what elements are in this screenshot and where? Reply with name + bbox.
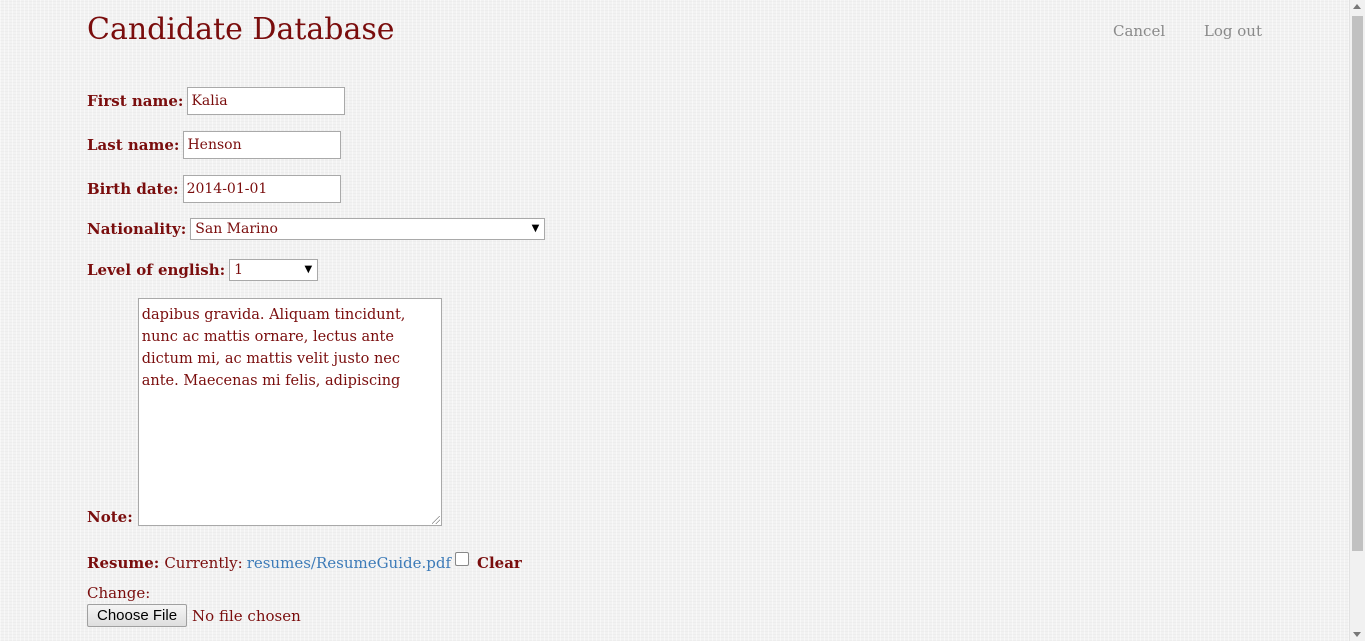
resume-file-link[interactable]: resumes/ResumeGuide.pdf: [247, 554, 451, 572]
last-name-row: Last name:: [87, 131, 342, 159]
dropdown-arrow-icon: ▼: [531, 223, 540, 234]
birth-date-input[interactable]: [182, 175, 341, 203]
cancel-link[interactable]: Cancel: [1113, 22, 1165, 40]
scroll-up-icon[interactable]: [1353, 4, 1361, 9]
birth-date-row: Birth date:: [87, 175, 341, 203]
nationality-label: Nationality:: [87, 220, 187, 238]
first-name-input[interactable]: [187, 87, 346, 115]
first-name-label: First name:: [87, 92, 184, 110]
clear-checkbox[interactable]: [455, 552, 470, 566]
scroll-down-icon[interactable]: [1353, 632, 1361, 637]
clear-label: Clear: [477, 554, 522, 572]
scrollbar-thumb[interactable]: [1352, 16, 1363, 551]
logout-link[interactable]: Log out: [1204, 22, 1262, 40]
resume-label: Resume:: [87, 554, 160, 572]
english-level-select[interactable]: 1 ▼: [229, 259, 319, 281]
last-name-label: Last name:: [87, 136, 180, 154]
file-input-row: Choose File No file chosen: [87, 604, 301, 627]
nationality-row: Nationality: San Marino ▼: [87, 218, 546, 240]
nationality-select[interactable]: San Marino ▼: [190, 218, 546, 240]
page-scrollbar[interactable]: [1349, 0, 1365, 641]
change-label: Change:: [87, 584, 151, 602]
note-text: dapibus gravida. Aliquam tincidunt, nunc…: [141, 307, 406, 389]
resume-row: Resume: Currently: resumes/ResumeGuide.p…: [87, 552, 522, 572]
note-row: Note: dapibus gravida. Aliquam tincidunt…: [87, 298, 442, 526]
no-file-chosen-text: No file chosen: [192, 606, 301, 625]
first-name-row: First name:: [87, 87, 346, 115]
choose-file-button[interactable]: Choose File: [87, 604, 188, 627]
last-name-input[interactable]: [183, 131, 342, 159]
english-level-row: Level of english: 1 ▼: [87, 259, 319, 281]
resume-currently-label: Currently:: [164, 554, 243, 572]
english-level-selected-value: 1: [234, 262, 244, 278]
note-textarea[interactable]: dapibus gravida. Aliquam tincidunt, nunc…: [137, 298, 442, 526]
top-nav: Cancel Log out: [1079, 22, 1262, 40]
nationality-selected-value: San Marino: [195, 221, 278, 237]
note-label: Note:: [87, 508, 133, 526]
dropdown-arrow-icon: ▼: [304, 264, 313, 275]
birth-date-label: Birth date:: [87, 180, 179, 198]
resize-handle-icon[interactable]: [431, 516, 440, 524]
english-level-label: Level of english:: [87, 261, 226, 279]
page-title: Candidate Database: [87, 12, 395, 47]
